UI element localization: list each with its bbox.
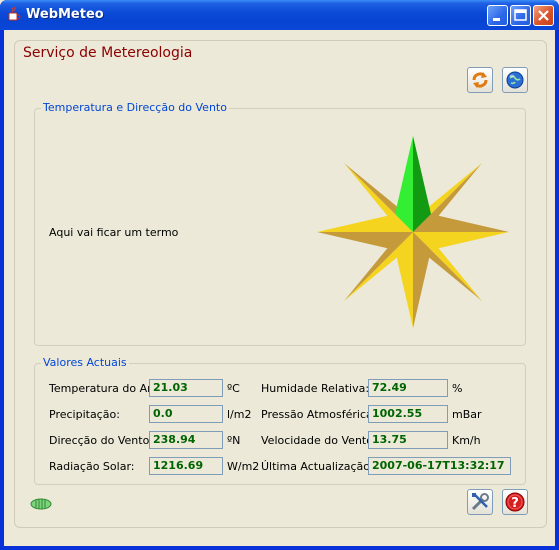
help-button[interactable]: ? bbox=[502, 489, 528, 515]
tools-icon bbox=[471, 493, 489, 511]
refresh-icon bbox=[472, 72, 488, 88]
atmospheric-pressure-unit: mBar bbox=[452, 408, 482, 421]
relative-humidity-label: Humidade Relativa: bbox=[261, 382, 370, 395]
globe-button[interactable] bbox=[502, 67, 528, 93]
close-button[interactable] bbox=[533, 5, 554, 26]
maximize-icon bbox=[514, 9, 527, 21]
close-icon bbox=[538, 10, 549, 21]
wind-direction-label: Direcção do Vento: bbox=[49, 434, 154, 447]
java-cup-icon bbox=[8, 6, 21, 21]
main-panel: Serviço de Metereologia Temperatura e Di… bbox=[14, 40, 547, 528]
settings-button[interactable] bbox=[467, 489, 493, 515]
wind-rose-compass bbox=[317, 136, 509, 328]
refresh-button[interactable] bbox=[467, 67, 493, 93]
title-bar[interactable]: WebMeteo bbox=[0, 0, 559, 30]
precipitation-label: Precipitação: bbox=[49, 408, 120, 421]
precipitation-field[interactable]: 0.0 bbox=[149, 405, 223, 423]
window-title: WebMeteo bbox=[26, 7, 104, 22]
air-temperature-label: Temperatura do Ar: bbox=[49, 382, 156, 395]
globe-icon bbox=[506, 71, 524, 89]
wind-direction-field[interactable]: 238.94 bbox=[149, 431, 223, 449]
air-temperature-unit: ºC bbox=[227, 382, 240, 395]
wind-speed-field[interactable]: 13.75 bbox=[368, 431, 448, 449]
relative-humidity-field[interactable]: 72.49 bbox=[368, 379, 448, 397]
current-values-panel: Valores Actuais Temperatura do Ar: 21.03… bbox=[34, 356, 526, 485]
minimize-button[interactable] bbox=[487, 5, 508, 26]
last-update-field[interactable]: 2007-06-17T13:32:17 bbox=[368, 457, 511, 475]
wind-speed-label: Velocidade do Vento: bbox=[261, 434, 377, 447]
air-temperature-field[interactable]: 21.03 bbox=[149, 379, 223, 397]
precipitation-unit: l/m2 bbox=[227, 408, 252, 421]
solar-radiation-field[interactable]: 1216.69 bbox=[149, 457, 223, 475]
minimize-icon bbox=[493, 18, 500, 21]
help-icon: ? bbox=[505, 492, 525, 512]
connection-status-icon bbox=[30, 498, 52, 510]
atmospheric-pressure-field[interactable]: 1002.55 bbox=[368, 405, 448, 423]
app-window: WebMeteo Serviço de Metereologia Tempera… bbox=[0, 0, 559, 550]
temperature-wind-panel: Temperatura e Direcção do Vento Aqui vai… bbox=[34, 101, 526, 346]
relative-humidity-unit: % bbox=[452, 382, 463, 395]
wind-speed-unit: Km/h bbox=[452, 434, 481, 447]
client-area: Serviço de Metereologia Temperatura e Di… bbox=[4, 30, 555, 546]
solar-radiation-label: Radiação Solar: bbox=[49, 460, 135, 473]
maximize-button[interactable] bbox=[510, 5, 531, 26]
page-title: Serviço de Metereologia bbox=[23, 45, 193, 61]
atmospheric-pressure-label: Pressão Atmosférica: bbox=[261, 408, 377, 421]
solar-radiation-unit: W/m2 bbox=[227, 460, 260, 473]
wind-direction-unit: ºN bbox=[227, 434, 241, 447]
thermometer-placeholder: Aqui vai ficar um termo bbox=[49, 226, 179, 239]
temperature-wind-legend: Temperatura e Direcção do Vento bbox=[41, 101, 229, 114]
last-update-label: Última Actualização: bbox=[261, 460, 374, 473]
current-values-legend: Valores Actuais bbox=[41, 356, 129, 369]
wind-direction-needle bbox=[395, 136, 431, 232]
svg-text:?: ? bbox=[511, 496, 519, 511]
